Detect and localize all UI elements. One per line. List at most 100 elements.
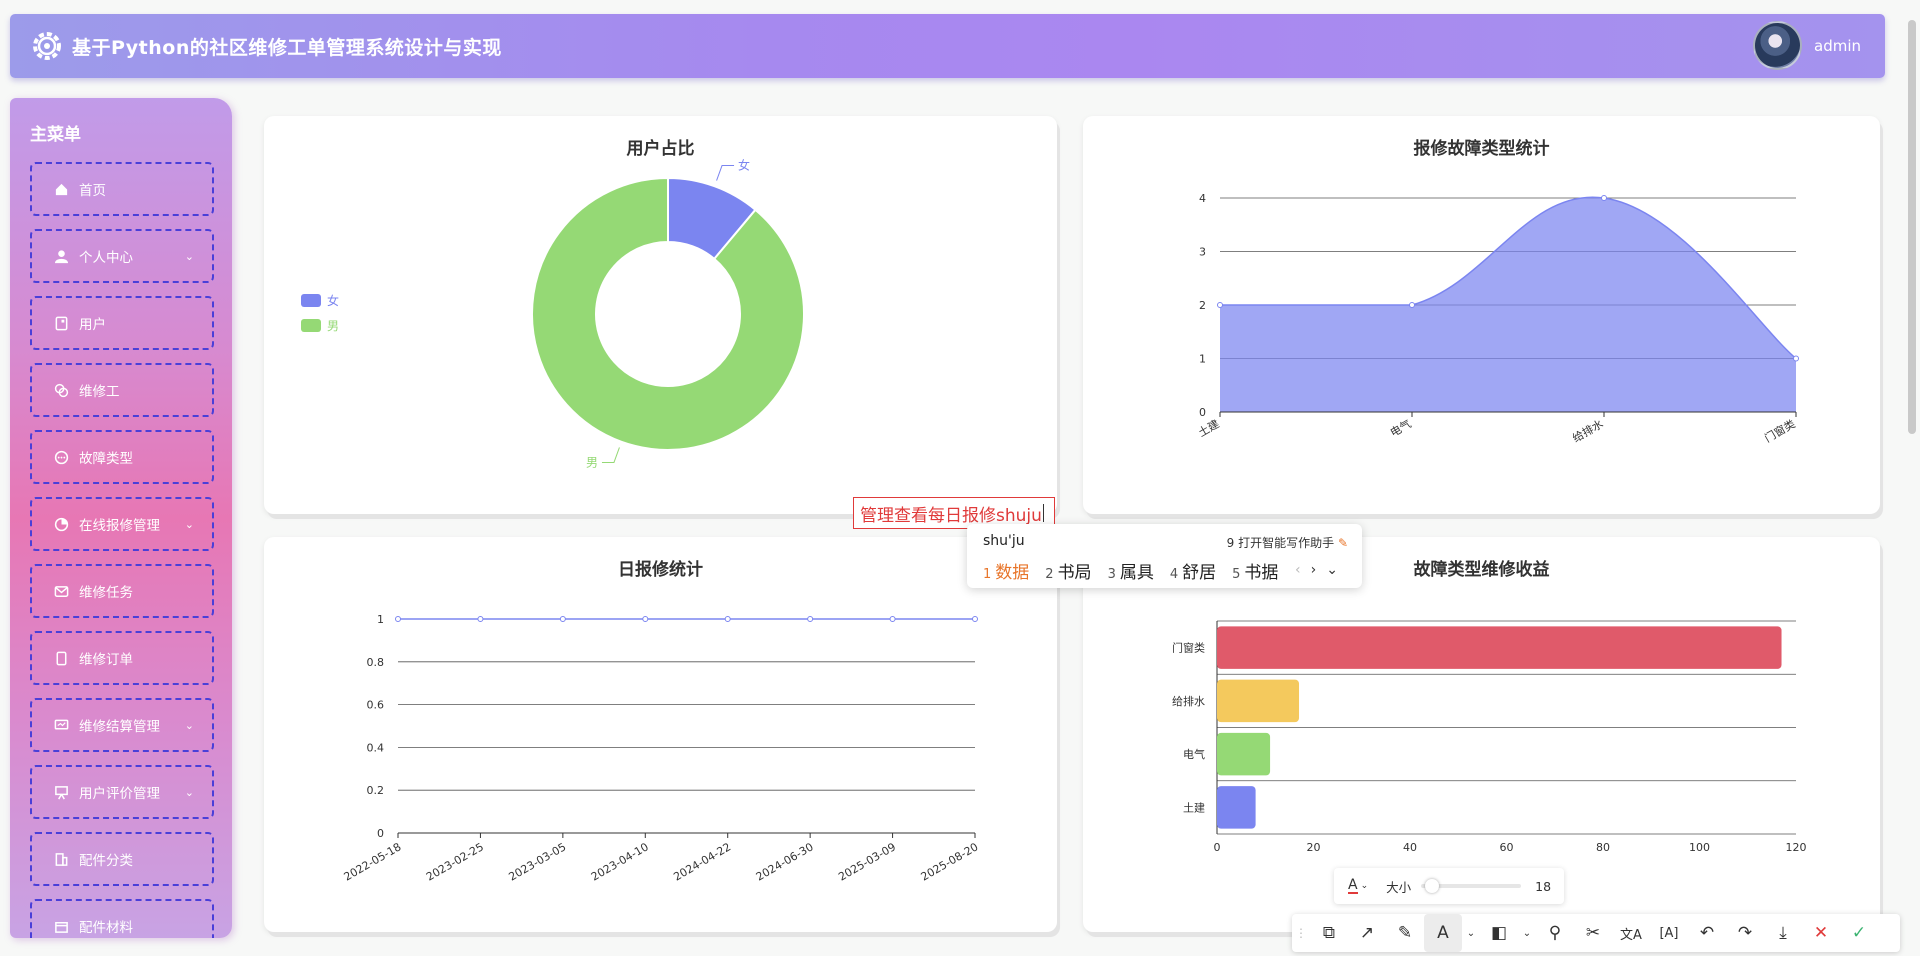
y-tick-label: 门窗类 — [1172, 641, 1205, 655]
arrow-icon[interactable]: ↗ — [1348, 914, 1386, 952]
chevron-down-icon: ⌄ — [184, 718, 194, 732]
y-tick-label: 0 — [1199, 406, 1206, 419]
undo-icon[interactable]: ↶ — [1688, 914, 1726, 952]
pie-label-line — [601, 447, 620, 463]
next-page-icon[interactable]: › — [1311, 562, 1327, 578]
prev-page-icon[interactable]: ‹ — [1295, 562, 1311, 578]
sidebar-title: 主菜单 — [30, 125, 81, 145]
sidebar-item[interactable]: 故障类型 — [30, 430, 214, 484]
sidebar-item[interactable]: 维修订单 — [30, 631, 214, 685]
sidebar-item[interactable]: 用户评价管理 ⌄ — [30, 765, 214, 819]
ocr-icon[interactable]: [A] — [1650, 914, 1688, 952]
data-point — [395, 616, 401, 622]
daily-repair-card: 日报修统计 0 0.2 0.4 0.6 0.8 1 2022-05-18 2023-02-25… — [264, 537, 1057, 932]
chevron-down-icon[interactable]: ⌄ — [1518, 914, 1536, 952]
download-icon[interactable]: ⤓ — [1764, 914, 1802, 952]
y-tick-label: 0.8 — [367, 656, 385, 669]
y-tick-label: 土建 — [1183, 800, 1205, 814]
sidebar-item[interactable]: 维修工 — [30, 363, 214, 417]
candidate-text: 书据 — [1244, 563, 1279, 583]
font-color-button[interactable]: A — [1348, 878, 1358, 894]
sidebar-item-label: 在线报修管理 — [79, 518, 160, 534]
phone-icon — [56, 651, 67, 665]
x-tick-label: 2023-04-10 — [589, 840, 651, 883]
sidebar-item[interactable]: 在线报修管理 ⌄ — [30, 497, 214, 551]
candidate-text: 属具 — [1119, 563, 1154, 583]
sidebar: 主菜单 首页 个人中心 ⌄ 用户 维修工 故障类型 在线报修管理 ⌄ 维修任务 维修订单 维修结算管… — [10, 98, 232, 938]
mail-icon — [54, 585, 69, 597]
drag-handle[interactable]: ⋮ — [1292, 914, 1310, 952]
user-ratio-card: 用户占比 女男女男 — [264, 116, 1057, 514]
data-point — [1601, 195, 1607, 201]
sidebar-item[interactable]: 用户 — [30, 296, 214, 350]
user-ratio-chart: 女男女男 — [301, 158, 805, 469]
gear-logo-icon — [30, 29, 64, 63]
pen-icon[interactable]: ✎ — [1386, 914, 1424, 952]
size-slider[interactable] — [1421, 879, 1522, 893]
y-tick-label: 0.4 — [367, 741, 385, 754]
scissors-icon[interactable]: ✂ — [1574, 914, 1612, 952]
sidebar-item-label: 首页 — [79, 183, 106, 199]
pin-icon[interactable]: ⚲ — [1536, 914, 1574, 952]
sidebar-item[interactable]: 个人中心 ⌄ — [30, 229, 214, 283]
candidate-text: 舒居 — [1182, 563, 1217, 583]
x-tick-label: 2023-02-25 — [424, 840, 486, 883]
user-menu[interactable]: admin — [1753, 21, 1861, 70]
sidebar-item[interactable]: 配件分类 — [30, 832, 214, 886]
page-scrollbar[interactable] — [1908, 20, 1916, 434]
data-point — [1793, 355, 1799, 362]
copy-icon — [54, 383, 69, 397]
x-tick-label: 2025-03-09 — [836, 840, 898, 883]
mosaic-icon[interactable]: ◧ — [1480, 914, 1518, 952]
ime-candidate[interactable]: 4 舒居 — [1170, 558, 1216, 583]
presentation-icon — [55, 785, 68, 799]
chevron-down-icon[interactable]: ⌄ — [1462, 914, 1480, 952]
sidebar-item[interactable]: 维修任务 — [30, 564, 214, 618]
pie-slice — [531, 176, 805, 451]
legend-swatch — [301, 319, 321, 332]
translate-icon[interactable]: 文A — [1612, 914, 1650, 952]
x-tick-label: 电气 — [1387, 416, 1413, 439]
chevron-down-icon[interactable]: ⌄ — [1361, 881, 1369, 891]
confirm-icon[interactable]: ✓ — [1840, 914, 1878, 952]
pie-label-line — [716, 165, 735, 181]
ime-candidate[interactable]: 3 属具 — [1108, 558, 1154, 583]
sidebar-item[interactable]: 配件材料 — [30, 899, 214, 938]
data-point — [807, 616, 814, 622]
building-icon — [55, 852, 68, 866]
monitor-icon — [54, 719, 69, 730]
sidebar-item-label: 个人中心 — [79, 250, 133, 266]
x-tick-label: 120 — [1786, 841, 1807, 854]
x-tick-label: 2023-03-05 — [506, 840, 568, 883]
y-tick-label: 0.2 — [367, 784, 385, 797]
pie-icon — [54, 517, 69, 531]
ime-candidate[interactable]: 1 数据 — [983, 558, 1029, 583]
sidebar-item-label: 用户 — [79, 317, 106, 333]
ime-candidate[interactable]: 2 书局 — [1045, 558, 1091, 583]
sidebar-item[interactable]: 首页 — [30, 162, 214, 216]
data-point — [559, 616, 566, 622]
home-icon — [55, 183, 68, 195]
daily-repair-chart: 0 0.2 0.4 0.6 0.8 1 2022-05-18 2023-02-25 2023-0… — [342, 613, 981, 884]
shape-icon[interactable]: ⧉ — [1310, 914, 1348, 952]
candidate-text: 数据 — [995, 563, 1030, 583]
y-tick-label: 3 — [1199, 246, 1206, 259]
x-tick-label: 100 — [1689, 841, 1710, 854]
data-point — [477, 616, 484, 622]
avatar[interactable] — [1753, 21, 1802, 70]
redo-icon[interactable]: ↷ — [1726, 914, 1764, 952]
slider-handle[interactable] — [1425, 879, 1440, 893]
writing-assistant-link[interactable]: 9 打开智能写作助手 ✎ — [1227, 534, 1348, 551]
sidebar-item-label: 维修工 — [79, 384, 120, 400]
sidebar-item[interactable]: 维修结算管理 ⌄ — [30, 698, 214, 752]
text-icon[interactable]: A — [1424, 914, 1462, 952]
box-icon — [55, 921, 68, 933]
ime-candidate[interactable]: 5 书据 — [1232, 558, 1278, 583]
username[interactable]: admin — [1814, 37, 1861, 55]
candidate-number: 5 — [1232, 567, 1241, 582]
expand-icon[interactable]: ⌄ — [1326, 562, 1348, 578]
y-tick-label: 电气 — [1183, 747, 1205, 761]
sidebar-item-label: 配件分类 — [79, 853, 133, 869]
x-tick-label: 门窗类 — [1762, 416, 1798, 445]
cancel-icon[interactable]: ✕ — [1802, 914, 1840, 952]
